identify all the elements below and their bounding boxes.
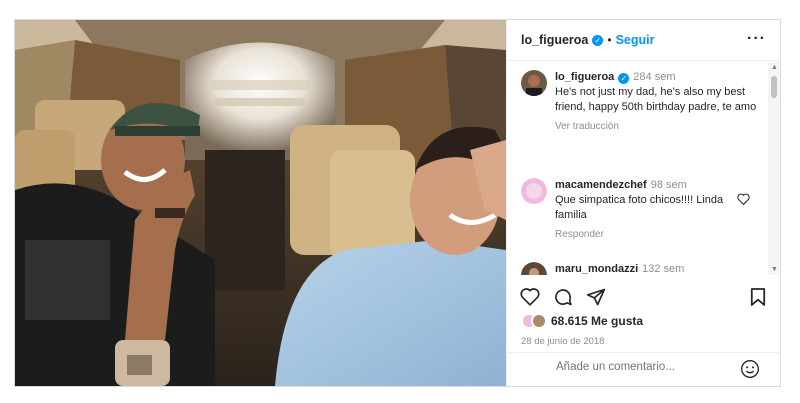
- add-comment-bar: [507, 352, 780, 386]
- more-options-icon[interactable]: ···: [747, 30, 766, 48]
- follow-button[interactable]: Seguir: [616, 33, 655, 47]
- comment-time[interactable]: 98 sem: [651, 179, 687, 191]
- comments-scrollbar[interactable]: ▲ ▼: [768, 62, 780, 275]
- bookmark-icon[interactable]: [750, 287, 766, 312]
- caption-username[interactable]: lo_figueroa: [555, 71, 614, 83]
- scroll-down-icon[interactable]: ▼: [771, 266, 778, 273]
- share-icon[interactable]: [586, 287, 606, 312]
- liker-avatar: [531, 313, 547, 329]
- caption-time[interactable]: 284 sem: [633, 71, 675, 83]
- emoji-icon[interactable]: [740, 359, 760, 384]
- author-avatar[interactable]: [521, 70, 547, 96]
- post-photo-image: [15, 20, 506, 386]
- comment-item: macamendezchef 98 sem Que simpatica foto …: [521, 178, 764, 240]
- see-translation-link[interactable]: Ver traducción: [555, 121, 764, 132]
- comment-item: maru_mondazzi 132 sem: [521, 262, 764, 275]
- comments-list[interactable]: lo_figueroa ✓ 284 sem He's not just my dad…: [507, 62, 768, 275]
- post-actions: [507, 277, 780, 317]
- scroll-up-icon[interactable]: ▲: [771, 64, 778, 71]
- comment-username[interactable]: macamendezchef: [555, 179, 647, 191]
- commenter-avatar[interactable]: [521, 178, 547, 204]
- post-header: lo_figueroa ✓ • Seguir: [507, 20, 780, 61]
- post-sidebar: lo_figueroa ✓ • Seguir ··· lo_figueroa ✓ 2…: [506, 20, 780, 386]
- heart-icon[interactable]: [520, 287, 540, 311]
- author-username[interactable]: lo_figueroa: [521, 33, 588, 47]
- post-photo[interactable]: [15, 20, 506, 386]
- likes-summary[interactable]: 68.615 Me gusta: [521, 313, 643, 329]
- scrollbar-thumb[interactable]: [771, 76, 777, 98]
- reply-button[interactable]: Responder: [555, 229, 764, 240]
- verified-icon: ✓: [592, 34, 604, 46]
- caption-text: He's not just my dad, he's also my best …: [555, 86, 757, 113]
- post-date[interactable]: 28 de junio de 2018: [521, 336, 604, 347]
- verified-icon: ✓: [618, 73, 630, 84]
- comment-time[interactable]: 132 sem: [642, 263, 684, 275]
- caption: lo_figueroa ✓ 284 sem He's not just my dad…: [521, 70, 764, 132]
- instagram-post: lo_figueroa ✓ • Seguir ··· lo_figueroa ✓ 2…: [14, 19, 781, 387]
- comment-input[interactable]: [556, 361, 726, 373]
- likes-count[interactable]: 68.615 Me gusta: [551, 314, 643, 328]
- comment-username[interactable]: maru_mondazzi: [555, 263, 638, 275]
- header-separator: •: [607, 33, 612, 47]
- comment-text: Que simpatica foto chicos!!!! Linda fami…: [555, 194, 724, 221]
- comment-like-heart-icon[interactable]: [737, 192, 750, 210]
- commenter-avatar[interactable]: [521, 262, 547, 275]
- comment-icon[interactable]: [553, 287, 573, 312]
